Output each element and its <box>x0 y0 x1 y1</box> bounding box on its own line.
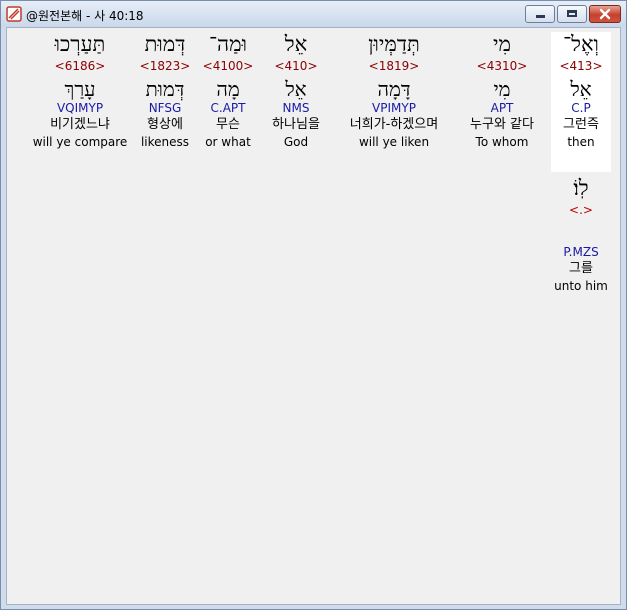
word-column[interactable]: דְּמוּת <1823> דְּמוּת NFSG 형상에 likeness <box>135 32 195 150</box>
korean-gloss: 형상에 <box>147 117 183 132</box>
hebrew-lemma: אֵל <box>570 77 592 101</box>
strong-number[interactable]: <413> <box>551 58 611 74</box>
english-gloss: likeness <box>140 135 190 149</box>
app-icon <box>6 6 22 22</box>
english-gloss: will ye liken <box>358 135 430 149</box>
minimize-button[interactable] <box>525 5 555 23</box>
korean-gloss: 그를 <box>569 261 593 276</box>
morph-code: NFSG <box>148 101 182 115</box>
korean-gloss: 그런즉 <box>563 117 599 132</box>
strong-number[interactable]: <6186> <box>29 58 131 74</box>
morph-code: C.APT <box>210 101 246 115</box>
english-gloss: or what <box>205 135 251 149</box>
english-gloss: then <box>567 135 595 149</box>
strong-number[interactable]: <1819> <box>336 58 452 74</box>
hebrew-word: דְּמוּת <box>144 32 186 56</box>
morph-code: C.P <box>571 101 591 115</box>
word-column[interactable]: תַּעַרְכוּ <6186> עָרַךְ VQIMYP 비기겠느냐 wi… <box>29 32 131 150</box>
minimize-icon <box>536 15 545 18</box>
hebrew-word: תַּעַרְכוּ <box>54 32 106 56</box>
korean-gloss: 무슨 <box>216 117 240 132</box>
korean-gloss: 누구와 같다 <box>470 117 534 132</box>
title-bar[interactable]: @원전본해 - 사 40:18 <box>1 1 626 27</box>
strong-number[interactable]: <.> <box>546 202 616 218</box>
hebrew-lemma: מִי <box>493 77 511 101</box>
english-gloss: To whom <box>475 135 529 149</box>
word-column[interactable]: תְּדַמְּיוּן <1819> דָּמָה VPIMYP 너희가-하겠… <box>336 32 452 150</box>
hebrew-lemma: עָרַךְ <box>64 77 96 101</box>
strong-number[interactable]: <1823> <box>135 58 195 74</box>
hebrew-lemma: ׅ <box>546 221 616 245</box>
strong-number[interactable]: <410> <box>261 58 331 74</box>
close-icon <box>599 8 611 20</box>
word-column[interactable]: וּמַה־ <4100> מָה C.APT 무슨 or what <box>199 32 257 150</box>
morph-code: P.MZS <box>563 245 599 259</box>
english-gloss: will ye compare <box>32 135 128 149</box>
morph-code: APT <box>490 101 514 115</box>
korean-gloss: 비기겠느냐 <box>50 117 110 132</box>
strong-number[interactable]: <4310> <box>452 58 552 74</box>
app-window: @원전본해 - 사 40:18 וְאֶל־ <413> אֵל C.P 그런즉… <box>0 0 627 610</box>
strong-number[interactable]: <4100> <box>199 58 257 74</box>
word-column[interactable]: מִי <4310> מִי APT 누구와 같다 To whom <box>452 32 552 150</box>
interlinear-view: וְאֶל־ <413> אֵל C.P 그런즉 then מִי <4310>… <box>6 27 621 605</box>
word-column[interactable]: וְאֶל־ <413> אֵל C.P 그런즉 then <box>551 32 611 172</box>
hebrew-lemma: מָה <box>216 77 240 101</box>
hebrew-word: תְּדַמְּיוּן <box>368 32 420 56</box>
hebrew-lemma: אֵל <box>285 77 307 101</box>
korean-gloss: 하나님을 <box>272 117 320 132</box>
korean-gloss: 너희가-하겠으며 <box>349 117 439 132</box>
close-button[interactable] <box>589 5 621 23</box>
window-title: @원전본해 - 사 40:18 <box>26 9 144 23</box>
maximize-button[interactable] <box>557 5 587 23</box>
hebrew-word: מִי <box>493 32 511 56</box>
english-gloss: unto him <box>554 279 608 293</box>
morph-code: VPIMYP <box>372 101 416 115</box>
morph-code: VQIMYP <box>56 101 104 115</box>
morph-code: NMS <box>282 101 310 115</box>
hebrew-lemma: דָּמָה <box>377 77 411 101</box>
word-column[interactable]: אֵל <410> אֵל NMS 하나님을 God <box>261 32 331 150</box>
english-gloss: God <box>283 135 309 149</box>
hebrew-word: וְאֶל־ <box>563 32 599 56</box>
hebrew-word: לֽוֹ׃ <box>573 176 589 200</box>
word-column[interactable]: לֽוֹ׃ <.> ׅ P.MZS 그를 unto him <box>546 176 616 294</box>
hebrew-word: אֵל <box>284 32 308 56</box>
hebrew-lemma: דְּמוּת <box>145 77 185 101</box>
maximize-icon <box>567 10 577 17</box>
hebrew-word: וּמַה־ <box>209 32 247 56</box>
